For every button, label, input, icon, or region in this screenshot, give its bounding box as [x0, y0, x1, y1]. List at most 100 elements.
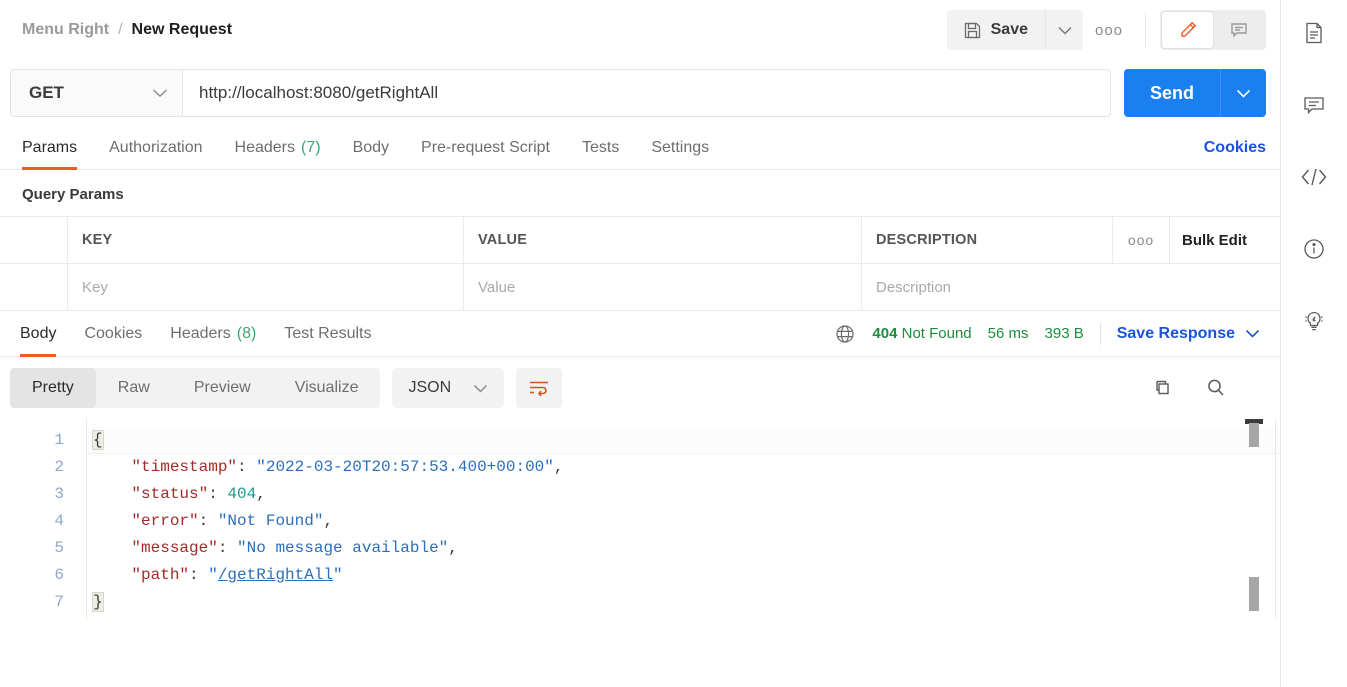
- line-number: 6: [54, 566, 64, 584]
- ellipsis-icon: ooo: [1094, 21, 1124, 39]
- view-mode-visualize[interactable]: Visualize: [273, 368, 381, 408]
- sidebar-item-comments[interactable]: [1291, 82, 1337, 128]
- response-toolbar-actions: [1150, 376, 1266, 400]
- scrollbar-thumb-lower[interactable]: [1249, 577, 1259, 611]
- comment-icon: [1301, 92, 1327, 118]
- chevron-down-icon: [473, 384, 488, 393]
- response-body-viewer: 1 2 3 4 5 6 7 { "timestamp": "2022-03-20T20:57…: [0, 419, 1280, 619]
- code-token-p: :: [237, 458, 257, 476]
- save-button[interactable]: Save: [946, 10, 1045, 50]
- code-scrollbar[interactable]: [1249, 419, 1259, 619]
- chevron-down-icon: [152, 88, 168, 98]
- code-token-n: 404: [227, 485, 257, 503]
- table-row: Key Value Description: [0, 264, 1280, 311]
- param-value-input[interactable]: Value: [464, 264, 862, 310]
- code-line: {: [87, 427, 1280, 454]
- search-icon: [1204, 376, 1228, 400]
- breadcrumb-collection[interactable]: Menu Right: [22, 21, 109, 39]
- scrollbar-thumb-upper[interactable]: [1249, 423, 1259, 447]
- response-toolbar: Pretty Raw Preview Visualize JSON: [0, 357, 1280, 419]
- column-header-value-label: VALUE: [478, 232, 528, 248]
- code-token-s: "No message available": [237, 539, 449, 557]
- code-token-k: "message": [131, 539, 218, 557]
- word-wrap-button[interactable]: [516, 368, 563, 408]
- send-options-caret[interactable]: [1220, 69, 1266, 117]
- tab-params[interactable]: Params: [22, 126, 78, 170]
- code-token-lnk[interactable]: /getRightAll: [218, 566, 333, 584]
- send-button[interactable]: Send: [1123, 69, 1220, 117]
- line-number: 1: [54, 431, 64, 449]
- tab-headers[interactable]: Headers (7): [235, 126, 321, 170]
- code-line: "error": "Not Found",: [87, 508, 1280, 535]
- meta-divider: [1099, 322, 1101, 345]
- view-mode-preview[interactable]: Preview: [172, 368, 273, 408]
- save-button-label: Save: [990, 21, 1028, 38]
- param-description-input[interactable]: Description: [862, 264, 1280, 310]
- response-tab-headers-count: (8): [236, 324, 257, 342]
- response-tab-test-results[interactable]: Test Results: [284, 311, 371, 357]
- info-icon: [1301, 236, 1327, 262]
- document-icon: [1301, 20, 1327, 46]
- edit-mode-button[interactable]: [1162, 12, 1213, 48]
- bulk-edit-button[interactable]: Bulk Edit: [1170, 217, 1280, 263]
- code-token-brace: {: [92, 430, 104, 450]
- column-header-key-label: KEY: [82, 232, 113, 248]
- tab-tests[interactable]: Tests: [582, 126, 619, 170]
- tab-pre-request-script[interactable]: Pre-request Script: [421, 126, 550, 170]
- header-checkbox-cell: [0, 217, 68, 263]
- line-number-gutter: 1 2 3 4 5 6 7: [0, 419, 86, 619]
- response-format-select[interactable]: JSON: [392, 368, 505, 408]
- param-key-placeholder: Key: [82, 278, 108, 296]
- sidebar-item-tips[interactable]: [1291, 298, 1337, 344]
- response-tab-body[interactable]: Body: [20, 311, 57, 357]
- tab-body[interactable]: Body: [353, 126, 389, 170]
- sidebar-item-documentation[interactable]: [1291, 10, 1337, 56]
- tab-headers-label: Headers: [234, 138, 295, 156]
- save-response-label: Save Response: [1116, 324, 1235, 342]
- response-body-code[interactable]: { "timestamp": "2022-03-20T20:57:53.400+…: [86, 419, 1280, 619]
- comments-button[interactable]: [1213, 12, 1264, 48]
- code-token-p: ,: [323, 512, 334, 530]
- column-header-description-label: DESCRIPTION: [876, 232, 978, 248]
- sidebar-item-code[interactable]: [1291, 154, 1337, 200]
- response-size: 393 B: [1044, 325, 1084, 342]
- response-tab-headers[interactable]: Headers (8): [170, 311, 256, 357]
- tab-settings-label: Settings: [651, 138, 710, 156]
- copy-response-button[interactable]: [1150, 376, 1174, 400]
- breadcrumb-request-name[interactable]: New Request: [132, 21, 232, 39]
- cookies-link[interactable]: Cookies: [1204, 139, 1266, 157]
- code-line: "message": "No message available",: [87, 535, 1280, 562]
- sidebar-item-info[interactable]: [1291, 226, 1337, 272]
- code-token-s: "2022-03-20T20:57:53.400+00:00": [256, 458, 554, 476]
- code-line: "timestamp": "2022-03-20T20:57:53.400+00…: [87, 454, 1280, 481]
- code-token-brace: }: [92, 592, 104, 612]
- app-header: Menu Right / New Request Save ooo: [0, 0, 1280, 60]
- comment-icon: [1229, 20, 1249, 40]
- request-more-options-button[interactable]: ooo: [1087, 10, 1131, 50]
- http-method-select[interactable]: GET: [10, 69, 182, 117]
- tab-headers-count: (7): [301, 138, 321, 156]
- copy-icon: [1150, 376, 1174, 400]
- view-mode-raw[interactable]: Raw: [96, 368, 172, 408]
- param-value-placeholder: Value: [478, 278, 516, 296]
- code-token-p: :: [198, 512, 218, 530]
- response-view-mode-group: Pretty Raw Preview Visualize: [10, 368, 381, 408]
- response-tab-cookies[interactable]: Cookies: [84, 311, 142, 357]
- header-divider: [1145, 13, 1146, 47]
- param-key-input[interactable]: Key: [68, 264, 464, 310]
- tab-authorization[interactable]: Authorization: [109, 126, 202, 170]
- save-response-button[interactable]: Save Response: [1117, 325, 1260, 343]
- code-right-border: [1275, 419, 1276, 619]
- url-input[interactable]: [199, 83, 1094, 103]
- row-checkbox-cell[interactable]: [0, 264, 68, 310]
- code-token-p: :: [189, 566, 209, 584]
- http-method-label: GET: [29, 83, 64, 102]
- code-line: "path": "/getRightAll": [87, 562, 1280, 589]
- params-options-button[interactable]: ooo: [1112, 217, 1170, 263]
- tab-settings[interactable]: Settings: [651, 126, 709, 170]
- save-options-caret[interactable]: [1045, 10, 1083, 50]
- search-response-button[interactable]: [1204, 376, 1228, 400]
- view-mode-pretty[interactable]: Pretty: [10, 368, 96, 408]
- floppy-disk-icon: [963, 21, 982, 40]
- response-tabs: Body Cookies Headers (8) Test Results 40…: [0, 311, 1280, 357]
